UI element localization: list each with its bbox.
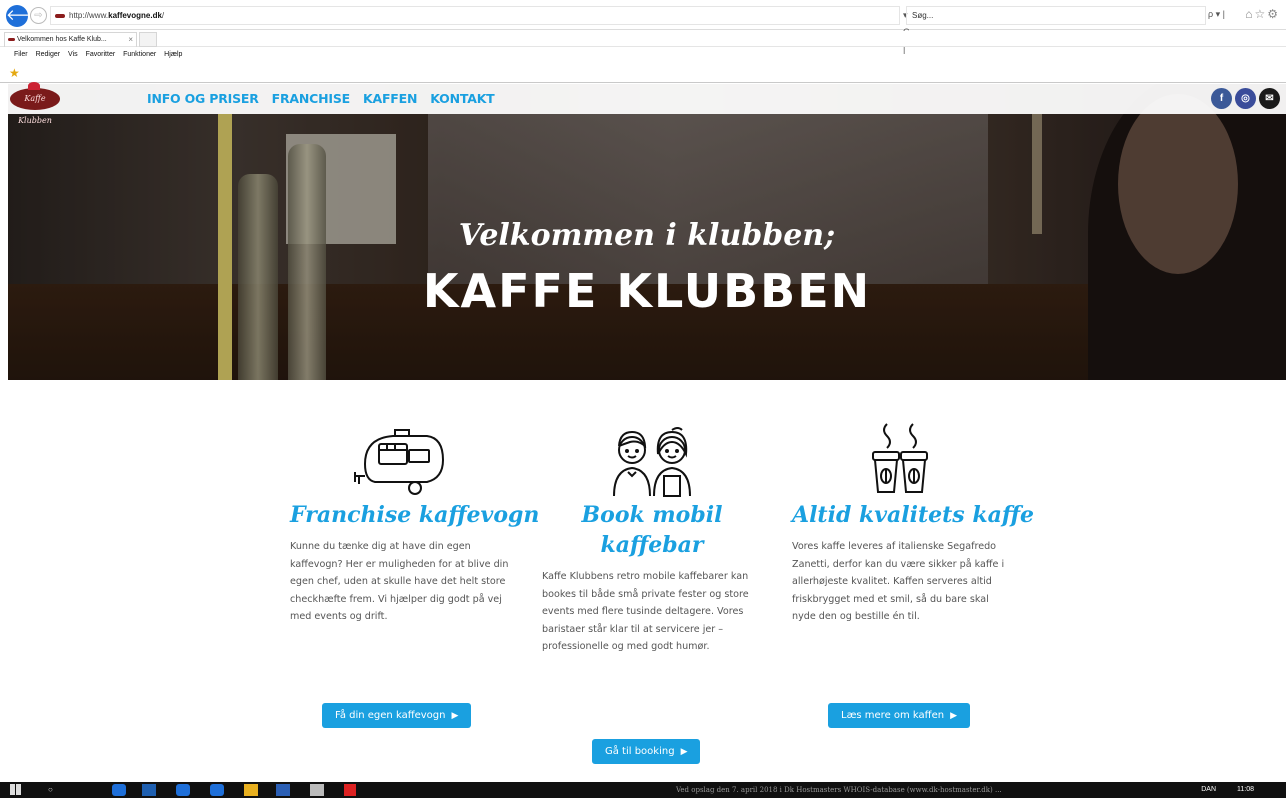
nav-franchise[interactable]: FRANCHISE bbox=[272, 84, 351, 114]
site-logo[interactable]: Kaffe Klubben bbox=[10, 82, 60, 125]
nav-info-og-priser[interactable]: INFO OG PRISER bbox=[147, 84, 259, 114]
home-favorites-settings-icons[interactable]: ⌂☆⚙ bbox=[1245, 7, 1280, 21]
nav-kaffen[interactable]: KAFFEN bbox=[363, 84, 417, 114]
coffee-cups-icon bbox=[792, 420, 1012, 500]
menu-bar: Filer Rediger Vis Favoritter Funktioner … bbox=[0, 48, 1286, 62]
menu-funktioner[interactable]: Funktioner bbox=[123, 51, 156, 58]
facebook-icon[interactable]: f bbox=[1211, 88, 1232, 109]
language-indicator[interactable]: DAN bbox=[1201, 784, 1216, 796]
play-arrow-icon: ▶ bbox=[950, 711, 957, 721]
url-suffix: / bbox=[161, 11, 165, 20]
new-tab-button[interactable] bbox=[139, 32, 157, 47]
tab-close-icon[interactable]: × bbox=[128, 33, 133, 46]
site-navigation: Kaffe Klubben INFO OG PRISER FRANCHISE K… bbox=[0, 82, 1286, 125]
feature-booking: Book mobil kaffebar Kaffe Klubbens retro… bbox=[542, 420, 762, 656]
taskbar-ie-icon[interactable] bbox=[210, 784, 224, 796]
taskbar-ie-icon[interactable] bbox=[176, 784, 190, 796]
forward-button[interactable]: ⇨ bbox=[30, 7, 47, 24]
button-label: Læs mere om kaffen bbox=[841, 710, 945, 721]
play-arrow-icon: ▶ bbox=[451, 711, 459, 721]
menu-rediger[interactable]: Rediger bbox=[36, 51, 61, 58]
search-input[interactable]: Søg... bbox=[906, 6, 1206, 25]
url-prefix: http://www. bbox=[69, 11, 109, 20]
browser-address-bar: 🡐 ⇨ http://www.kaffevogne.dk/ ▾ C | Søg.… bbox=[0, 0, 1286, 54]
feature-franchise: Franchise kaffevogn Kunne du tænke dig a… bbox=[290, 420, 540, 626]
url-domain: kaffevogne.dk bbox=[108, 11, 162, 20]
taskbar-acrobat-icon[interactable] bbox=[344, 784, 356, 796]
background-window-text: Ved opslag den 7. april 2018 i Dk Hostma… bbox=[676, 786, 1002, 794]
feature-title: Franchise kaffevogn bbox=[290, 502, 540, 528]
hero-banner: Velkommen i klubben; KAFFE KLUBBEN bbox=[8, 84, 1286, 380]
tab-strip: Velkommen hos Kaffe Klub... × bbox=[0, 31, 1286, 47]
tab-kaffe-klubben[interactable]: Velkommen hos Kaffe Klub... × bbox=[4, 32, 137, 47]
nav-links: INFO OG PRISER FRANCHISE KAFFEN KONTAKT bbox=[147, 84, 495, 114]
feature-text: Vores kaffe leveres af italienske Segafr… bbox=[792, 541, 1005, 622]
taskbar-search-icon[interactable]: ○ bbox=[48, 784, 53, 796]
tab-title: Velkommen hos Kaffe Klub... bbox=[17, 36, 107, 43]
windows-start-icon[interactable] bbox=[10, 784, 21, 795]
franchise-button[interactable]: Få din egen kaffevogn ▶ bbox=[322, 703, 472, 728]
back-button[interactable]: 🡐 bbox=[6, 5, 46, 27]
button-label: Gå til booking bbox=[605, 746, 675, 757]
search-icon[interactable]: ρ ▾ | bbox=[1208, 9, 1225, 20]
feature-text: Kunne du tænke dig at have din egen kaff… bbox=[290, 541, 509, 622]
button-label: Få din egen kaffevogn bbox=[335, 710, 446, 721]
coffee-button[interactable]: Læs mere om kaffen ▶ bbox=[828, 703, 970, 728]
feature-text: Kaffe Klubbens retro mobile kaffebarer k… bbox=[542, 571, 749, 652]
email-icon[interactable]: ✉ bbox=[1259, 88, 1280, 109]
taskbar-clock[interactable]: 11:08 bbox=[1237, 784, 1254, 796]
feature-coffee: Altid kvalitets kaffe Vores kaffe levere… bbox=[792, 420, 1035, 626]
menu-vis[interactable]: Vis bbox=[68, 51, 78, 58]
url-field[interactable]: http://www.kaffevogne.dk/ ▾ C | bbox=[50, 6, 910, 54]
site-favicon bbox=[55, 14, 65, 18]
taskbar-ie-icon[interactable] bbox=[112, 784, 126, 796]
social-links: f ◎ ✉ bbox=[1211, 88, 1280, 109]
taskbar-outlook-icon[interactable] bbox=[142, 784, 156, 796]
booking-button[interactable]: Gå til booking ▶ bbox=[592, 739, 701, 764]
favorites-bar: ★ bbox=[0, 63, 1286, 83]
nav-kontakt[interactable]: KONTAKT bbox=[430, 84, 494, 114]
baristas-icon bbox=[542, 420, 762, 500]
feature-title: Book mobil kaffebar bbox=[581, 502, 723, 558]
menu-favoritter[interactable]: Favoritter bbox=[86, 51, 116, 58]
add-favorite-icon[interactable]: ★ bbox=[9, 66, 20, 80]
taskbar-word-icon[interactable] bbox=[276, 784, 290, 796]
instagram-icon[interactable]: ◎ bbox=[1235, 88, 1256, 109]
feature-title: Altid kvalitets kaffe bbox=[792, 502, 1035, 528]
hero-title: KAFFE KLUBBEN bbox=[422, 264, 872, 318]
play-arrow-icon: ▶ bbox=[680, 747, 688, 757]
menu-hjaelp[interactable]: Hjælp bbox=[164, 51, 182, 58]
trailer-icon bbox=[290, 420, 510, 500]
windows-taskbar: ○ Ved opslag den 7. april 2018 i Dk Host… bbox=[0, 782, 1286, 798]
taskbar-explorer-icon[interactable] bbox=[244, 784, 258, 796]
tab-favicon bbox=[8, 38, 15, 41]
hero-welcome-text: Velkommen i klubben; bbox=[458, 218, 836, 253]
menu-filer[interactable]: Filer bbox=[14, 51, 28, 58]
taskbar-photos-icon[interactable] bbox=[310, 784, 324, 796]
